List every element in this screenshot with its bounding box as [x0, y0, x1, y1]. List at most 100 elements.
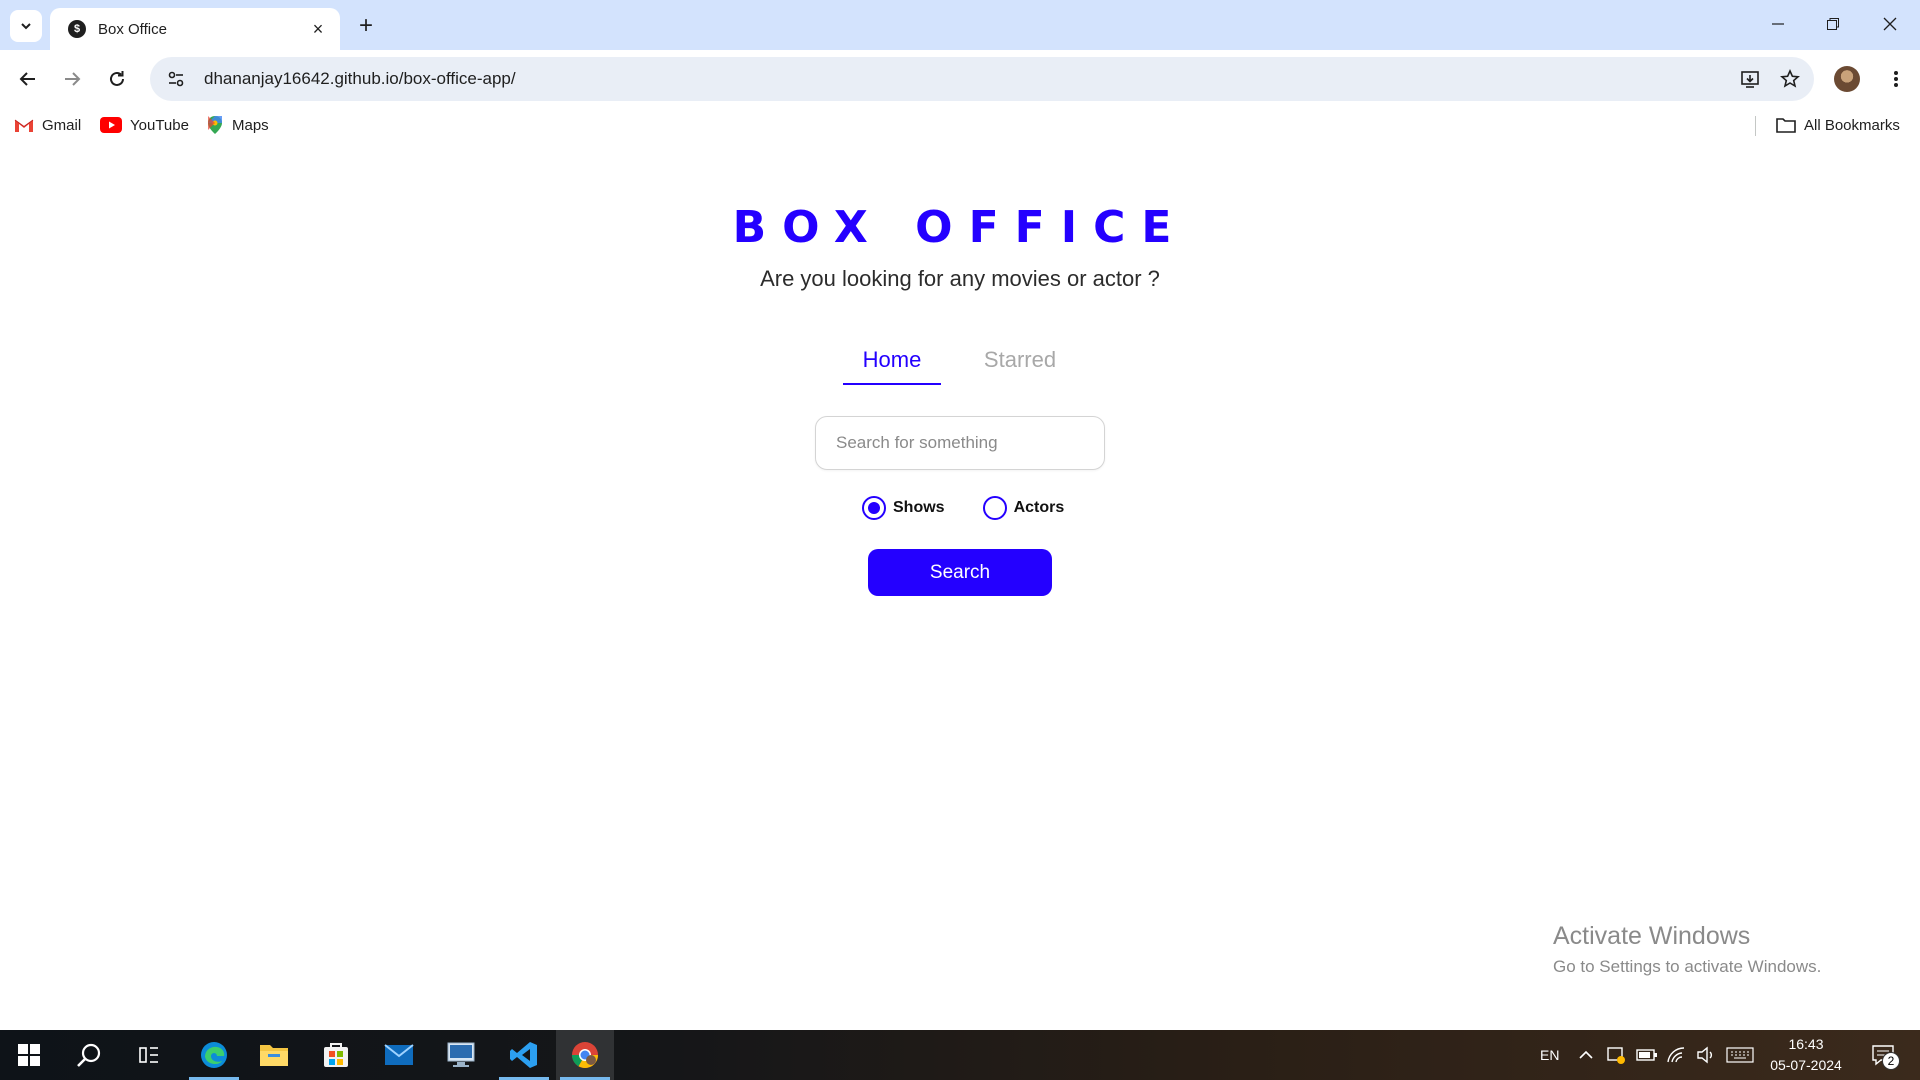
bookmark-label: YouTube — [130, 116, 189, 134]
bookmarks-bar: Gmail YouTube Maps All Bookmarks — [0, 108, 1920, 142]
radio-shows[interactable]: Shows — [862, 496, 945, 520]
vscode-icon — [510, 1042, 537, 1068]
taskbar-edge[interactable] — [185, 1030, 243, 1080]
bookmark-label: Gmail — [42, 116, 82, 134]
search-button[interactable]: Search — [868, 549, 1052, 596]
gmail-icon — [14, 117, 34, 133]
search-icon — [77, 1043, 101, 1067]
youtube-icon — [100, 117, 122, 133]
browser-menu-button[interactable] — [1880, 63, 1912, 95]
reload-button[interactable] — [101, 63, 133, 95]
tab-search-button[interactable] — [10, 10, 42, 42]
taskbar-chrome[interactable] — [556, 1030, 614, 1080]
bookmark-youtube[interactable]: YouTube — [100, 114, 189, 136]
store-icon — [324, 1043, 348, 1067]
arrow-right-icon — [65, 72, 81, 86]
radio-actors-button[interactable] — [982, 496, 1007, 520]
touch-keyboard-icon[interactable] — [1726, 1030, 1754, 1080]
show-hidden-icons[interactable] — [1578, 1030, 1594, 1080]
forward-button[interactable] — [56, 63, 88, 95]
restore-button[interactable] — [1810, 6, 1856, 42]
notification-center-button[interactable]: 2 — [1866, 1038, 1900, 1072]
wifi-icon — [1667, 1047, 1685, 1063]
app-subtitle: Are you looking for any movies or actor … — [760, 266, 1160, 291]
nav-link-starred[interactable]: Starred — [971, 347, 1069, 385]
close-window-button[interactable] — [1867, 6, 1913, 42]
watermark-subtitle: Go to Settings to activate Windows. — [1553, 957, 1822, 976]
browser-toolbar: dhananjay16642.github.io/box-office-app/ — [0, 50, 1920, 108]
taskbar-clock[interactable]: 16:43 05-07-2024 — [1766, 1034, 1846, 1076]
taskbar-file-explorer[interactable] — [245, 1030, 303, 1080]
minimize-button[interactable] — [1755, 6, 1801, 42]
url-text[interactable]: dhananjay16642.github.io/box-office-app/ — [204, 69, 1734, 89]
dollar-favicon-icon: $ — [68, 20, 86, 38]
keyboard-icon — [1726, 1047, 1754, 1063]
start-icon — [18, 1044, 40, 1066]
file-explorer-icon — [260, 1045, 288, 1066]
taskbar-store[interactable] — [307, 1030, 365, 1080]
start-button[interactable] — [0, 1030, 58, 1080]
bookmark-maps[interactable]: Maps — [206, 114, 269, 136]
notification-count-badge: 2 — [1882, 1052, 1900, 1070]
back-button[interactable] — [12, 63, 44, 95]
minimize-icon — [1772, 23, 1784, 25]
windows-taskbar: EN 16:43 05-07-2024 2 — [0, 1030, 1920, 1080]
edge-icon — [201, 1042, 227, 1068]
app-title: BOX OFFICE — [732, 202, 1188, 253]
security-warning-icon — [1607, 1047, 1625, 1064]
reload-icon — [110, 71, 124, 86]
close-tab-icon[interactable]: × — [308, 19, 328, 39]
taskbar-remote-desktop[interactable] — [432, 1030, 490, 1080]
task-view-button[interactable] — [120, 1030, 178, 1080]
remote-desktop-icon — [447, 1042, 475, 1067]
chevron-up-icon — [1579, 1050, 1593, 1059]
bookmark-star-icon[interactable] — [1774, 63, 1806, 95]
clock-time: 16:43 — [1788, 1036, 1824, 1052]
search-input[interactable] — [815, 416, 1105, 470]
radio-shows-button[interactable] — [862, 496, 886, 520]
page-viewport: BOX OFFICE Are you looking for any movie… — [0, 142, 1920, 1030]
battery-tray-icon[interactable] — [1636, 1030, 1658, 1080]
main-nav: Home Starred — [843, 347, 1099, 385]
close-icon — [1883, 17, 1897, 31]
taskbar-search-button[interactable] — [60, 1030, 118, 1080]
security-tray-icon[interactable] — [1606, 1030, 1626, 1080]
arrow-left-icon — [19, 72, 35, 86]
activate-windows-watermark: Activate Windows Go to Settings to activ… — [1553, 922, 1821, 977]
folder-icon — [1776, 117, 1796, 133]
nav-link-home[interactable]: Home — [843, 347, 941, 385]
task-view-icon — [139, 1047, 158, 1063]
maps-icon — [206, 115, 224, 135]
volume-tray-icon[interactable] — [1696, 1030, 1716, 1080]
chevron-down-icon — [21, 23, 31, 30]
more-vertical-icon — [1894, 71, 1898, 87]
bookmarks-divider — [1755, 116, 1756, 136]
install-app-icon[interactable] — [1734, 63, 1766, 95]
new-tab-button[interactable]: + — [352, 12, 380, 40]
restore-icon — [1827, 18, 1839, 30]
input-language[interactable]: EN — [1540, 1030, 1559, 1080]
all-bookmarks-label: All Bookmarks — [1804, 116, 1900, 134]
clock-date: 05-07-2024 — [1770, 1057, 1842, 1073]
taskbar-vscode[interactable] — [495, 1030, 553, 1080]
taskbar-mail[interactable] — [370, 1030, 428, 1080]
search-type-radio-group: Shows Actors — [862, 496, 1102, 520]
browser-tab[interactable]: $ Box Office × — [50, 8, 340, 50]
speaker-icon — [1697, 1046, 1712, 1064]
browser-tab-strip: $ Box Office × + — [0, 0, 1920, 50]
radio-selected-dot — [868, 502, 880, 514]
radio-actors[interactable]: Actors — [982, 496, 1065, 520]
network-tray-icon[interactable] — [1666, 1030, 1686, 1080]
address-bar[interactable]: dhananjay16642.github.io/box-office-app/ — [150, 57, 1814, 101]
all-bookmarks-button[interactable]: All Bookmarks — [1776, 114, 1900, 136]
watermark-title: Activate Windows — [1553, 922, 1751, 950]
battery-icon — [1636, 1049, 1657, 1061]
site-info-icon[interactable] — [158, 70, 194, 88]
bookmark-gmail[interactable]: Gmail — [14, 114, 81, 136]
mail-icon — [384, 1044, 414, 1065]
chrome-icon — [571, 1042, 599, 1069]
radio-actors-label: Actors — [1013, 499, 1065, 516]
radio-shows-label: Shows — [893, 499, 945, 516]
tab-title: Box Office — [98, 20, 167, 38]
profile-avatar[interactable] — [1834, 66, 1860, 92]
